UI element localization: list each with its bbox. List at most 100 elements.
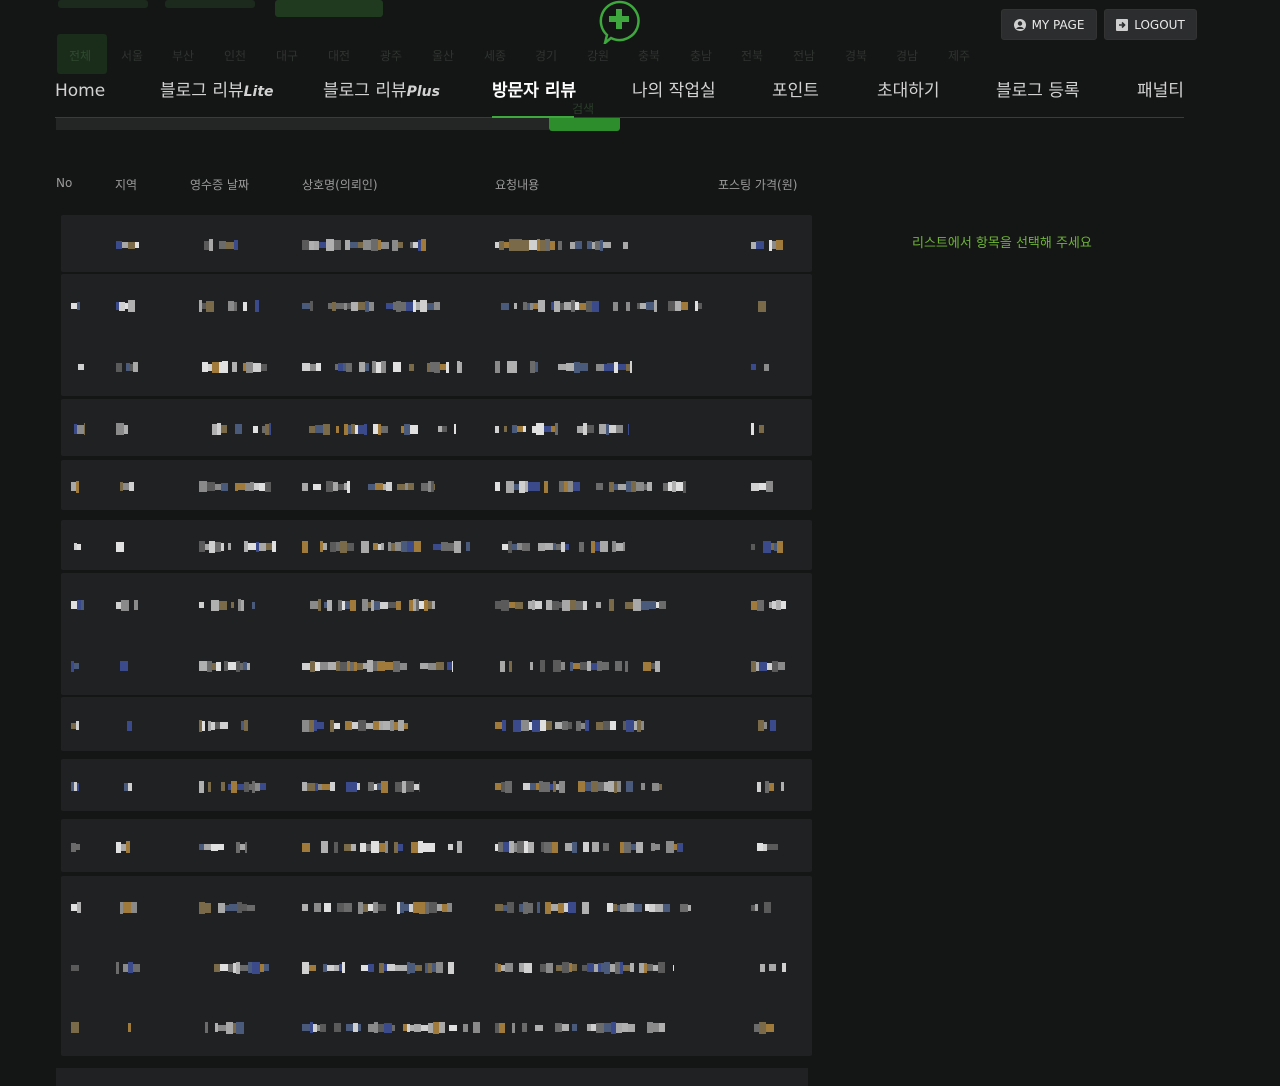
redacted-cell	[116, 718, 138, 732]
redacted-block	[221, 482, 228, 491]
redacted-block	[236, 1021, 244, 1034]
nav-blog-review-plus[interactable]: 블로그 리뷰Plus	[323, 78, 440, 105]
redacted-block	[445, 303, 446, 310]
table-row[interactable]	[61, 876, 812, 936]
redacted-block	[71, 1022, 79, 1033]
table-row[interactable]	[56, 1068, 808, 1086]
redacted-block	[524, 962, 532, 973]
redacted-block	[599, 301, 606, 311]
redacted-block	[138, 361, 139, 373]
redacted-block	[603, 721, 610, 730]
redacted-block	[226, 1021, 233, 1034]
redacted-block	[252, 601, 255, 609]
table-row[interactable]	[61, 215, 812, 272]
redacted-cell	[495, 238, 628, 252]
table-row[interactable]	[61, 460, 812, 510]
redacted-block	[229, 904, 237, 911]
nav-penalty[interactable]: 패널티	[1137, 78, 1184, 104]
logout-icon	[1116, 18, 1129, 31]
redacted-block	[441, 542, 448, 551]
redacted-block	[349, 781, 357, 792]
redacted-block	[226, 241, 234, 249]
redacted-block	[495, 544, 502, 550]
ghost-region: 울산	[432, 49, 455, 63]
redacted-block	[302, 363, 310, 371]
table-row[interactable]	[61, 996, 812, 1056]
col-header-no: No	[56, 176, 73, 190]
logout-button[interactable]: LOGOUT	[1104, 9, 1197, 40]
nav-home[interactable]: Home	[55, 78, 105, 104]
redacted-block	[623, 964, 630, 971]
redacted-block	[238, 483, 245, 490]
redacted-block	[533, 661, 540, 671]
redacted-cell	[116, 659, 130, 673]
redacted-block	[630, 303, 637, 310]
redacted-block	[624, 841, 631, 853]
redacted-block	[317, 722, 324, 729]
redacted-cell	[751, 659, 785, 673]
logo-plus-bubble-icon[interactable]	[598, 0, 640, 44]
redacted-block	[381, 425, 388, 433]
redacted-block	[515, 1024, 522, 1031]
redacted-cell	[751, 718, 776, 732]
redacted-block	[411, 841, 418, 853]
table-row[interactable]	[61, 936, 812, 996]
redacted-block	[385, 662, 393, 670]
redacted-cell	[71, 479, 79, 493]
redacted-block	[247, 303, 255, 310]
redacted-block	[532, 962, 540, 973]
redacted-block	[326, 481, 333, 492]
nav-lite-badge: Lite	[243, 84, 274, 100]
redacted-block	[358, 302, 365, 310]
redacted-block	[759, 661, 767, 671]
redacted-block	[562, 1024, 569, 1031]
nav-blog-review-lite[interactable]: 블로그 리뷰Lite	[160, 78, 274, 105]
redacted-block	[673, 964, 674, 971]
ghost-region: 광주	[380, 49, 403, 63]
table-row[interactable]	[61, 399, 812, 456]
nav-point[interactable]: 포인트	[772, 78, 819, 104]
redacted-block	[313, 301, 321, 311]
table-row[interactable]	[61, 274, 812, 335]
redacted-block	[495, 722, 502, 729]
redacted-block	[535, 1024, 543, 1031]
redacted-block	[555, 722, 562, 729]
table-row[interactable]	[61, 634, 812, 695]
redacted-block	[408, 720, 412, 732]
redacted-block	[683, 480, 686, 493]
nav-invite[interactable]: 초대하기	[877, 78, 940, 104]
table-row[interactable]	[61, 697, 812, 751]
nav-blog-register[interactable]: 블로그 등록	[996, 78, 1080, 104]
redacted-cell	[495, 598, 668, 612]
redacted-cell	[199, 479, 272, 493]
nav-my-workspace[interactable]: 나의 작업실	[632, 78, 716, 104]
redacted-block	[128, 1023, 131, 1032]
redacted-block	[321, 361, 328, 373]
redacted-cell	[71, 779, 79, 793]
redacted-block	[641, 600, 649, 610]
redacted-block	[302, 240, 309, 250]
redacted-block	[782, 963, 786, 972]
redacted-block	[271, 482, 272, 491]
redacted-block	[334, 240, 341, 250]
table-row[interactable]	[61, 819, 812, 872]
redacted-cell	[302, 422, 456, 436]
table-row[interactable]	[61, 759, 812, 811]
redacted-block	[666, 841, 674, 853]
redacted-block	[562, 241, 570, 250]
table-row[interactable]	[61, 335, 812, 396]
redacted-block	[321, 301, 328, 311]
redacted-cell	[199, 659, 253, 673]
redacted-block	[457, 841, 462, 853]
redacted-block	[71, 964, 79, 971]
redacted-block	[623, 542, 625, 551]
my-page-button[interactable]: MY PAGE	[1001, 9, 1097, 40]
redacted-block	[565, 781, 572, 792]
table-row[interactable]	[61, 573, 812, 634]
redacted-block	[120, 661, 128, 671]
nav-visitor-review[interactable]: 방문자 리뷰	[492, 78, 576, 104]
table-row[interactable]	[61, 520, 812, 570]
redacted-block	[757, 599, 764, 611]
redacted-block	[427, 302, 434, 310]
redacted-block	[545, 660, 553, 672]
